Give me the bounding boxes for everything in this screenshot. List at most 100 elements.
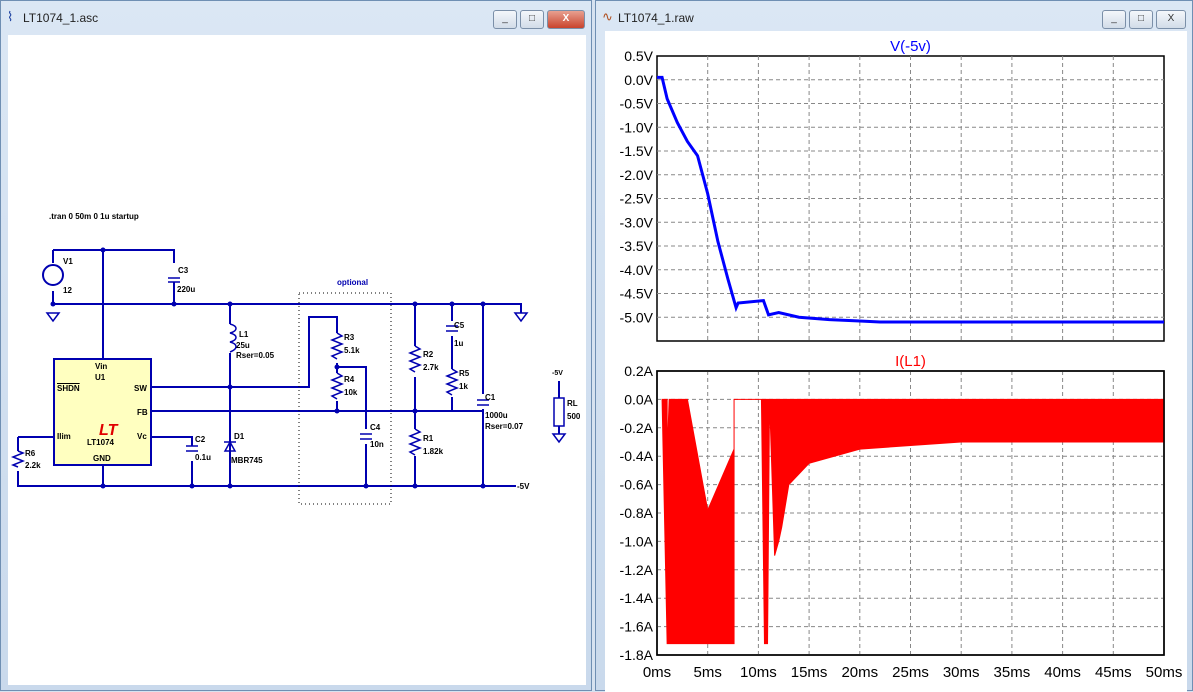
pin-label: Vin xyxy=(95,362,108,371)
pin-label: Vc xyxy=(137,432,147,441)
y-tick-label: -0.6A xyxy=(620,477,654,493)
schematic-drawing: LT xyxy=(10,247,567,505)
part-label: R1 xyxy=(423,434,434,443)
lt-logo: LT xyxy=(99,422,119,439)
part-label: C4 xyxy=(370,423,381,432)
y-tick-label: -2.0V xyxy=(620,167,654,183)
schematic-labels: .tran 0 50m 0 1u startup V1 12 C3 220u L… xyxy=(1,1,581,651)
y-tick-label: -1.5V xyxy=(620,143,654,159)
close-button[interactable]: X xyxy=(547,10,585,29)
pin-label: FB xyxy=(137,408,148,417)
x-tick-label: 20ms xyxy=(841,664,878,681)
x-tick-label: 10ms xyxy=(740,664,777,681)
part-value: 1u xyxy=(454,339,464,348)
part-label: C5 xyxy=(454,321,465,330)
plot-title: I(L1) xyxy=(895,353,926,370)
y-tick-label: -2.5V xyxy=(620,191,654,207)
part-value: 500 xyxy=(567,412,581,421)
x-tick-label: 50ms xyxy=(1146,664,1183,681)
y-tick-label: -1.2A xyxy=(620,562,654,578)
x-tick-label: 25ms xyxy=(892,664,929,681)
x-tick-label: 5ms xyxy=(694,664,722,681)
y-tick-label: -0.5V xyxy=(620,96,654,112)
part-value: 2.7k xyxy=(423,363,439,372)
part-value: 2.2k xyxy=(25,461,41,470)
part-value: Rser=0.05 xyxy=(236,351,275,360)
minimize-button[interactable]: _ xyxy=(1102,10,1126,29)
part-value: 25u xyxy=(236,341,250,350)
y-tick-label: -1.4A xyxy=(620,590,654,606)
part-value: 12 xyxy=(63,286,72,295)
y-tick-label: -0.2A xyxy=(620,420,654,436)
y-tick-label: -3.0V xyxy=(620,214,654,230)
y-tick-label: 0.2A xyxy=(624,363,653,379)
net-label: -5V xyxy=(552,370,563,377)
pin-label: GND xyxy=(93,454,111,463)
plot-title: V(-5v) xyxy=(890,38,931,55)
y-tick-label: -4.5V xyxy=(620,286,654,302)
part-label: L1 xyxy=(239,330,249,339)
part-label: R3 xyxy=(344,333,355,342)
y-tick-label: -4.0V xyxy=(620,262,654,278)
y-tick-label: 0.0A xyxy=(624,391,653,407)
x-tick-label: 30ms xyxy=(943,664,980,681)
maximize-button[interactable]: □ xyxy=(1129,10,1153,29)
waveform-icon: ∿ xyxy=(602,9,613,24)
maximize-button[interactable]: □ xyxy=(520,10,544,29)
y-tick-label: 0.0V xyxy=(624,72,653,88)
plot-area[interactable]: V(-5v) 0.5V 0.0V -0.5V -1.0V -1.5V -2.0V -2.5V -… xyxy=(605,31,1187,692)
part-value: MBR745 xyxy=(231,456,263,465)
part-value: 10k xyxy=(344,388,358,397)
part-label: R4 xyxy=(344,375,355,384)
part-value: 5.1k xyxy=(344,346,360,355)
schematic-window: ⌇ LT1074_1.asc _ □ X LT .tran 0 50m 0 1u s… xyxy=(0,0,592,691)
pin-label: SHDN xyxy=(57,384,80,393)
schematic-icon: ⌇ xyxy=(7,9,14,24)
window-title: LT1074_1.asc xyxy=(23,11,99,25)
part-value: 1k xyxy=(459,382,468,391)
title-bar[interactable]: ⌇ LT1074_1.asc _ □ X xyxy=(1,1,591,35)
y-tick-label: -0.8A xyxy=(620,505,654,521)
part-value: 1.82k xyxy=(423,447,444,456)
close-button[interactable]: X xyxy=(1156,10,1186,29)
y-tick-label: -1.6A xyxy=(620,619,654,635)
part-label: C3 xyxy=(178,266,189,275)
pin-label: Ilim xyxy=(57,432,71,441)
y-tick-label: 0.5V xyxy=(624,48,653,64)
part-label: D1 xyxy=(234,432,245,441)
y-tick-label: -1.0V xyxy=(620,119,654,135)
part-label: C2 xyxy=(195,435,206,444)
part-value: 1000u xyxy=(485,411,508,420)
waveform-window: ∿ LT1074_1.raw _ □ X V(-5v) 0.5V 0.0V -0.5V -1… xyxy=(595,0,1193,692)
pin-label: SW xyxy=(134,384,147,393)
x-tick-label: 15ms xyxy=(791,664,828,681)
y-tick-label: -5.0V xyxy=(620,309,654,325)
part-value: Rser=0.07 xyxy=(485,422,524,431)
part-value: 220u xyxy=(177,285,196,294)
tran-directive: .tran 0 50m 0 1u startup xyxy=(49,212,139,221)
title-bar[interactable]: ∿ LT1074_1.raw _ □ X xyxy=(596,1,1192,35)
part-label: R6 xyxy=(25,449,36,458)
net-label: -5V xyxy=(517,482,530,491)
minimize-button[interactable]: _ xyxy=(493,10,517,29)
part-label: C1 xyxy=(485,393,496,402)
x-tick-label: 40ms xyxy=(1044,664,1081,681)
part-label: R5 xyxy=(459,369,470,378)
schematic-canvas[interactable]: LT .tran 0 50m 0 1u startup V1 12 C3 220… xyxy=(8,35,586,685)
window-title: LT1074_1.raw xyxy=(618,11,694,25)
optional-label: optional xyxy=(337,278,369,287)
part-label: U1 xyxy=(95,373,106,382)
part-label: V1 xyxy=(63,257,73,266)
part-value: 0.1u xyxy=(195,453,212,462)
part-value: 10n xyxy=(370,440,384,449)
part-label: RL xyxy=(567,399,578,408)
y-tick-label: -1.8A xyxy=(620,647,654,663)
y-tick-label: -1.0A xyxy=(620,533,654,549)
x-tick-label: 35ms xyxy=(994,664,1031,681)
part-type: LT1074 xyxy=(87,438,114,447)
x-tick-label: 0ms xyxy=(643,664,671,681)
y-tick-label: -3.5V xyxy=(620,238,654,254)
y-tick-label: -0.4A xyxy=(620,448,654,464)
x-tick-label: 45ms xyxy=(1095,664,1132,681)
part-label: R2 xyxy=(423,350,434,359)
